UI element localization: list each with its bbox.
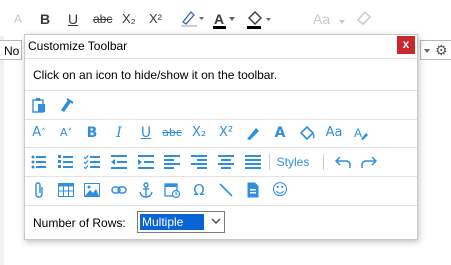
clear-format-button[interactable]: [355, 8, 373, 30]
chevron-down-icon: [229, 17, 235, 21]
font-select[interactable]: No: [0, 40, 22, 60]
styles-button[interactable]: Styles: [275, 148, 311, 176]
toolbar-row-2: A˄ A˅ B I U abc X₂ X² A Aa A: [25, 119, 417, 147]
calendar-icon[interactable]: [161, 176, 183, 204]
special-character-icon[interactable]: Ω: [188, 176, 210, 204]
paint-bucket-icon[interactable]: [296, 119, 318, 147]
bold-button[interactable]: B: [40, 8, 50, 30]
chevron-down-icon: [211, 218, 221, 224]
align-right-icon[interactable]: [188, 148, 210, 176]
settings-icon[interactable]: ⚙: [435, 42, 448, 59]
highlighter-icon[interactable]: [242, 119, 264, 147]
toolbar-row-1: [25, 91, 417, 119]
paste-icon[interactable]: [28, 91, 50, 119]
dialog-title: Customize Toolbar: [28, 39, 128, 53]
attachment-icon[interactable]: [28, 176, 50, 204]
toolbar-row-4: Ω ☺: [25, 176, 417, 204]
subscript-button[interactable]: X₂: [122, 8, 136, 30]
change-case-button[interactable]: Aa: [313, 8, 330, 30]
document-icon[interactable]: [242, 176, 264, 204]
format-painter-icon[interactable]: [55, 91, 77, 119]
indent-icon[interactable]: [135, 148, 157, 176]
svg-text:A: A: [354, 126, 362, 140]
divider: [25, 205, 417, 206]
clear-format-icon[interactable]: A: [350, 119, 372, 147]
editor-left-strip: [0, 36, 4, 265]
strikethrough-icon[interactable]: abc: [161, 119, 183, 147]
eraser-icon: [356, 10, 371, 25]
underline-icon[interactable]: U: [135, 119, 157, 147]
toolbar-row-3: Styles: [25, 148, 417, 176]
align-center-icon[interactable]: [215, 148, 237, 176]
font-color-icon[interactable]: A: [269, 119, 291, 147]
font-size-decrease-icon[interactable]: A˅: [55, 119, 77, 147]
divider: [323, 154, 324, 170]
paint-bucket-icon: [247, 11, 271, 29]
anchor-icon[interactable]: [135, 176, 157, 204]
checklist-icon[interactable]: [81, 148, 103, 176]
divider: [25, 58, 417, 59]
align-justify-icon[interactable]: [242, 148, 264, 176]
table-icon[interactable]: [55, 176, 77, 204]
highlight-button[interactable]: [178, 8, 206, 30]
bold-icon[interactable]: B: [81, 119, 103, 147]
text-color-button[interactable]: A: [212, 8, 238, 30]
numbered-list-icon[interactable]: [55, 148, 77, 176]
emoji-icon[interactable]: ☺: [269, 176, 291, 204]
editor-toolbar: A B U abc X₂ X² A Aa: [0, 0, 451, 36]
right-toolbar-select[interactable]: ⚙: [420, 40, 451, 60]
undo-icon[interactable]: [332, 148, 354, 176]
change-case-dropdown[interactable]: [337, 8, 347, 30]
chevron-down-icon: [339, 20, 345, 24]
link-icon[interactable]: [108, 176, 130, 204]
image-icon[interactable]: [81, 176, 103, 204]
font-size-increase-icon[interactable]: A˄: [28, 119, 50, 147]
subscript-icon[interactable]: X₂: [188, 119, 210, 147]
customize-toolbar-dialog: Customize Toolbar x Click on an icon to …: [24, 34, 418, 240]
redo-icon[interactable]: [358, 148, 380, 176]
strikethrough-button[interactable]: abc: [93, 8, 112, 30]
italic-icon[interactable]: I: [108, 119, 130, 147]
chevron-down-icon: [424, 49, 430, 53]
text-color-swatch: [213, 26, 226, 29]
change-case-icon[interactable]: Aa: [323, 119, 345, 147]
highlighter-icon: [181, 10, 204, 27]
number-of-rows-value: Multiple: [139, 213, 205, 231]
close-button[interactable]: x: [397, 36, 415, 54]
font-size-increase-button[interactable]: A: [14, 8, 22, 30]
divider: [269, 154, 270, 170]
align-left-icon[interactable]: [161, 148, 183, 176]
superscript-icon[interactable]: X²: [215, 119, 237, 147]
horizontal-line-icon[interactable]: [215, 176, 237, 204]
bullet-list-icon[interactable]: [28, 148, 50, 176]
number-of-rows-label: Number of Rows:: [33, 216, 126, 230]
underline-button[interactable]: U: [68, 8, 78, 30]
background-color-button[interactable]: [245, 8, 273, 30]
instruction-text: Click on an icon to hide/show it on the …: [33, 68, 278, 82]
outdent-icon[interactable]: [108, 148, 130, 176]
number-of-rows-select[interactable]: Multiple: [137, 211, 225, 233]
superscript-button[interactable]: X²: [149, 8, 162, 30]
